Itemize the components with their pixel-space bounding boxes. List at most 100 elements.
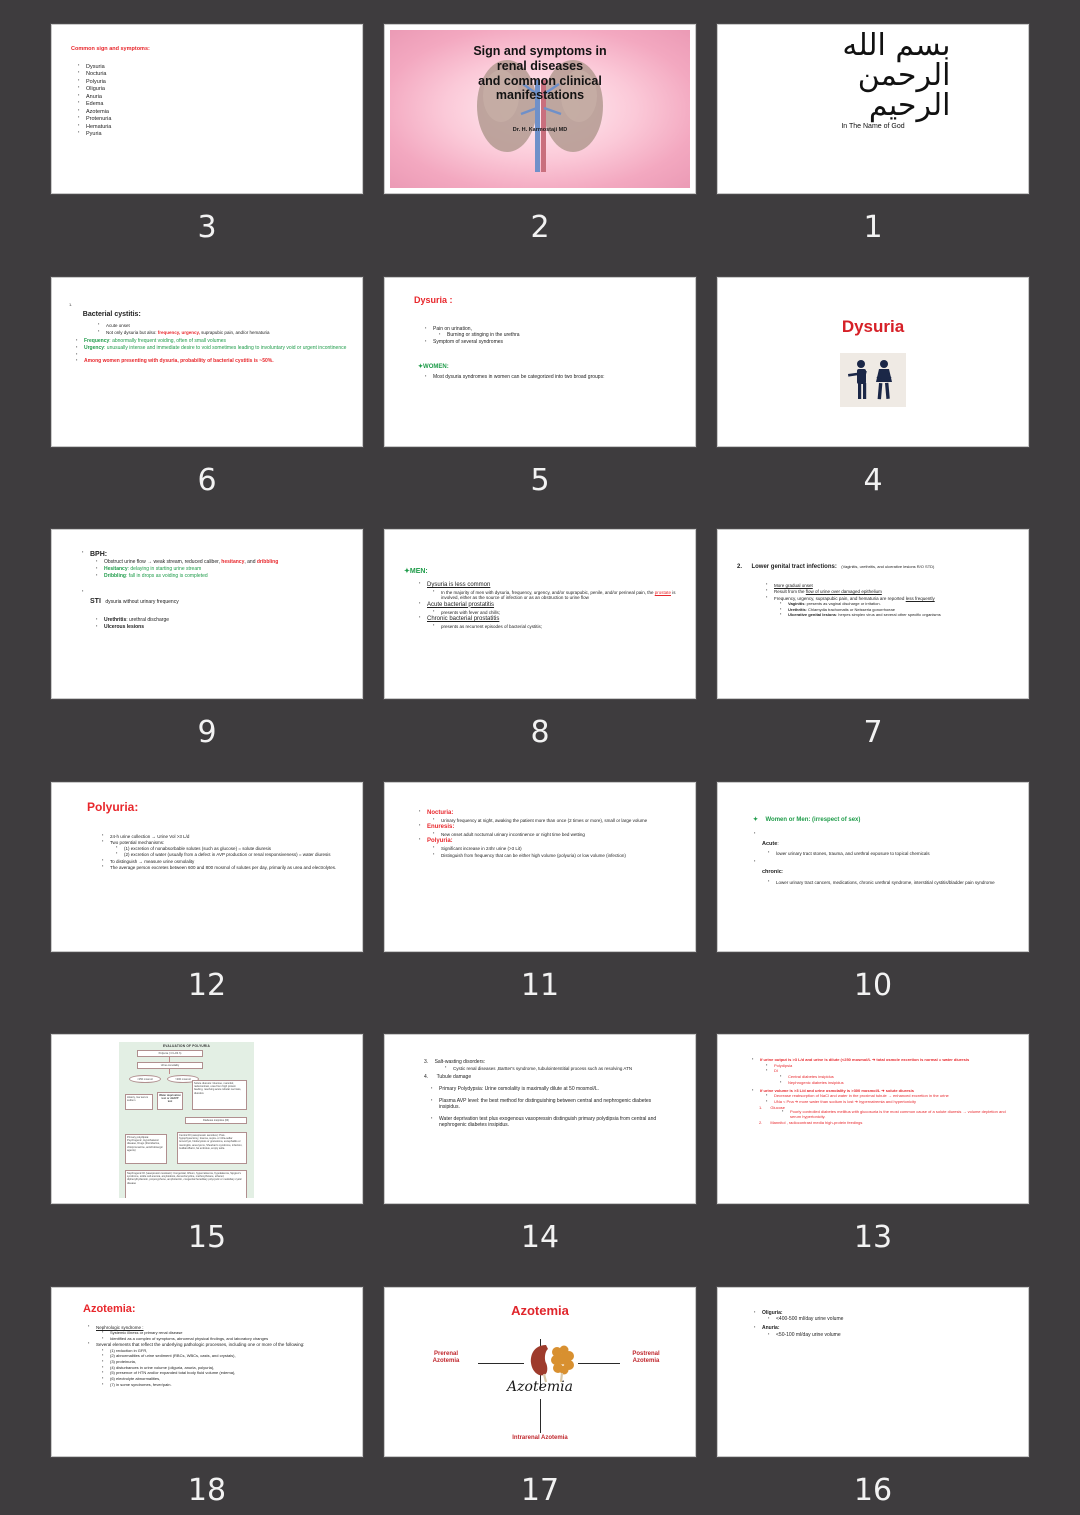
flowchart-title: EVALUATION OF POLYURIA (162, 1044, 211, 1048)
slide9-dribbling: Dribbling: fall in drops as voiding is c… (96, 573, 357, 580)
slide-thumbnail-8[interactable]: ✦MEN: Dysuria is less common In the majo… (384, 529, 696, 699)
slide-cell-5[interactable]: Dysuria : Pain on urination, Burning or … (374, 276, 707, 530)
slide-cell-9[interactable]: BPH: Obstruct urine flow → weak stream, … (41, 529, 374, 782)
slide-content-9: BPH: Obstruct urine flow → weak stream, … (57, 535, 357, 693)
slide-thumbnail-4[interactable]: Dysuria (717, 276, 1029, 447)
slide9-hesit-term: Hesitancy (104, 566, 128, 573)
slide18-heading: Azotemia: (83, 1302, 136, 1315)
slide18-b1: Nephrologic syndrome : (88, 1323, 353, 1330)
slide-number-15: 15 (187, 1220, 227, 1255)
slide9-drib-def: : fall in drops as voiding is completed (125, 573, 208, 580)
slide-cell-7[interactable]: 2. Lower genital tract infections: (Vagi… (707, 529, 1040, 782)
slide-thumbnail-1[interactable]: بسم الله الرحمن الرحيم In The Name of Go… (717, 24, 1029, 194)
slide12-b2a: (1) excretion of nonabsorbable solutes (… (116, 845, 351, 851)
slide-thumbnail-10[interactable]: ✦ Women or Men: (irrespect of sex) Acute… (717, 781, 1029, 952)
slide-thumbnail-15[interactable]: EVALUATION OF POLYURIA Polyuria (>3 L/24… (51, 1034, 363, 1204)
list-item: (7) in some syndromes, fever/pain. (102, 1382, 353, 1388)
slide13-n2-title: Mannitol , radiocontrast media high-prot… (770, 1119, 863, 1125)
slide-thumbnail-14[interactable]: 3. Salt-wasting disorders: Cystic renal … (384, 1034, 696, 1204)
slide-number-12: 12 (187, 967, 227, 1003)
slide-thumbnail-5[interactable]: Dysuria : Pain on urination, Burning or … (384, 276, 696, 447)
flowchart-box-central-di: Central DI (vasopressin sensitive): Post… (177, 1132, 247, 1164)
slide9-drib-term: Dribbling (104, 573, 126, 580)
slide-content-7: 2. Lower genital tract infections: (Vagi… (723, 535, 1023, 693)
slide-cell-3[interactable]: Common sign and symptoms: DysuriaNocturi… (41, 24, 374, 277)
slide-thumbnail-11[interactable]: Nocturia: Urinary frequency at night, aw… (384, 781, 696, 952)
slide-cell-11[interactable]: Nocturia: Urinary frequency at night, aw… (374, 781, 707, 1035)
slide-thumbnail-16[interactable]: Oliguria: <400-500 ml/day urine volume A… (717, 1286, 1029, 1457)
slide9-l1-post: , and (244, 559, 256, 566)
slide-content-11: Nocturia: Urinary frequency at night, aw… (390, 787, 690, 946)
slide6-sub1: Acute onset (98, 322, 354, 328)
slide12-b4: The average person excretes between 600 … (102, 864, 351, 870)
slide17-script-label: Azotemia (507, 1378, 573, 1395)
flowchart-box-urine-osm: Urine osmolality (137, 1062, 203, 1069)
slide11-h3b: Distinguish from frequency that can be e… (433, 852, 687, 858)
slide10-chronic-body: Lower urinary tract cancers, medications… (768, 878, 1019, 885)
flowchart-box-solute-diuresis: Solute diuresis: Glucose, mannitol, radi… (192, 1080, 247, 1110)
dysuria-pictogram (840, 352, 906, 407)
slide6-urgency: Urgency: unusually intense and immediate… (76, 345, 354, 352)
slide-thumbnail-9[interactable]: BPH: Obstruct urine flow → weak stream, … (51, 529, 363, 699)
slide6-heading: Bacterial cystitis: (82, 310, 141, 318)
slide-grid: Common sign and symptoms: DysuriaNocturi… (0, 0, 1080, 1515)
slide-thumbnail-3[interactable]: Common sign and symptoms: DysuriaNocturi… (51, 24, 363, 194)
bismillah-caption: In The Name of God (841, 122, 905, 130)
slide14-n3-num: 3. (424, 1059, 429, 1065)
slide-number-3: 3 (197, 210, 217, 245)
slide-content-15: EVALUATION OF POLYURIA Polyuria (>3 L/24… (57, 1040, 357, 1198)
slide-content-18: Azotemia: Nephrologic syndrome : Systemi… (57, 1292, 357, 1451)
slide8-prostate-link[interactable]: prostate (655, 590, 671, 595)
slide-cell-14[interactable]: 3. Salt-wasting disorders: Cystic renal … (374, 1034, 707, 1287)
slide6-freq-term: Frequency (84, 337, 110, 344)
slide-thumbnail-12[interactable]: Polyuria: 24-h urine collection → Urine … (51, 781, 363, 952)
slide-cell-8[interactable]: ✦MEN: Dysuria is less common In the majo… (374, 529, 707, 782)
slide-cell-2[interactable]: Sign and symptoms in renal diseases and … (374, 24, 707, 277)
slide-cell-18[interactable]: Azotemia: Nephrologic syndrome : Systemi… (41, 1286, 374, 1515)
slide-thumbnail-6[interactable]: 1. Bacterial cystitis: Acute onset Not o… (51, 276, 363, 447)
slide-cell-16[interactable]: Oliguria: <400-500 ml/day urine volume A… (707, 1286, 1040, 1515)
slide8-b1: Dysuria is less common (419, 581, 684, 589)
slide7-heading: Lower genital tract infections: (751, 564, 837, 570)
slide7-b2: Result from the flow of urine over damag… (766, 588, 1021, 595)
slide6-sub2-post: suprapubic pain, and/or hematuria (201, 329, 270, 335)
slide7-ureth-def: : Chlamydia trachomatis or Neisseria gon… (805, 606, 895, 612)
list-item: Pyuria (78, 130, 111, 137)
slide-content-12: Polyuria: 24-h urine collection → Urine … (57, 787, 357, 946)
slide-thumbnail-18[interactable]: Azotemia: Nephrologic syndrome : Systemi… (51, 1286, 363, 1457)
slide-cell-13[interactable]: If urine output is >3 L/d and urine is d… (707, 1034, 1040, 1287)
slide5-women-text: Most dysuria syndromes in women can be c… (425, 374, 688, 381)
slide-number-4: 4 (863, 462, 883, 498)
slide9-hesit-def: : delaying in starting urine stream (127, 566, 202, 573)
slide-cell-4[interactable]: Dysuria 4 (707, 276, 1040, 530)
flowchart-box-polyuria: Polyuria (>3 L/24 h) (137, 1050, 203, 1057)
slide16-h2a: <50-100 ml/day urine volume (768, 1332, 1007, 1339)
slide5-women-heading: WOMEN: (423, 364, 449, 371)
slide7-ulcer-term: Ulcerative genital lesions (788, 612, 837, 618)
clover-icon: ✦ (753, 816, 759, 823)
slide-cell-17[interactable]: Azotemia Prerenal Azotemia Postrenal Azo… (374, 1286, 707, 1515)
flowchart-box-nephrogenic-di: Nephrogenic DI (vasopressin resistant): … (125, 1170, 247, 1198)
slide-thumbnail-2[interactable]: Sign and symptoms in renal diseases and … (384, 24, 696, 194)
slide-cell-15[interactable]: EVALUATION OF POLYURIA Polyuria (>3 L/24… (41, 1034, 374, 1287)
slide17-title: Azotemia (511, 1302, 569, 1318)
slide7-b2-pre: Result from the (774, 589, 805, 595)
slide-thumbnail-13[interactable]: If urine output is >3 L/d and urine is d… (717, 1034, 1029, 1204)
slide7-ulcer-def: : herpes simplex virus and several other… (836, 612, 941, 618)
slide12-b1: 24-h urine collection → Urine Vol >3 L/d (102, 832, 351, 839)
slide10-chronic-colon: : (781, 868, 784, 875)
slide-thumbnail-17[interactable]: Azotemia Prerenal Azotemia Postrenal Azo… (384, 1286, 696, 1457)
slide10-acute-colon: : (777, 840, 779, 847)
slide7-b3-pre: Frequency, urgency, suprapubic pain, and… (774, 595, 905, 601)
slide9-sti: STI dysuria without urinary frequency (82, 589, 357, 609)
slide-cell-6[interactable]: 1. Bacterial cystitis: Acute onset Not o… (41, 276, 374, 530)
slide-cell-12[interactable]: Polyuria: 24-h urine collection → Urine … (41, 781, 374, 1035)
slide-number-17: 17 (520, 1472, 560, 1508)
slide-cell-10[interactable]: ✦ Women or Men: (irrespect of sex) Acute… (707, 781, 1040, 1035)
slide-number-5: 5 (530, 462, 550, 498)
slide-thumbnail-7[interactable]: 2. Lower genital tract infections: (Vagi… (717, 529, 1029, 699)
slide11-h2: Enuresis: (419, 823, 687, 831)
slide-cell-1[interactable]: بسم الله الرحمن الرحيم In The Name of Go… (707, 24, 1040, 277)
list-item: Protenuria (78, 115, 111, 122)
slide9-sti-term: STI (90, 597, 101, 605)
